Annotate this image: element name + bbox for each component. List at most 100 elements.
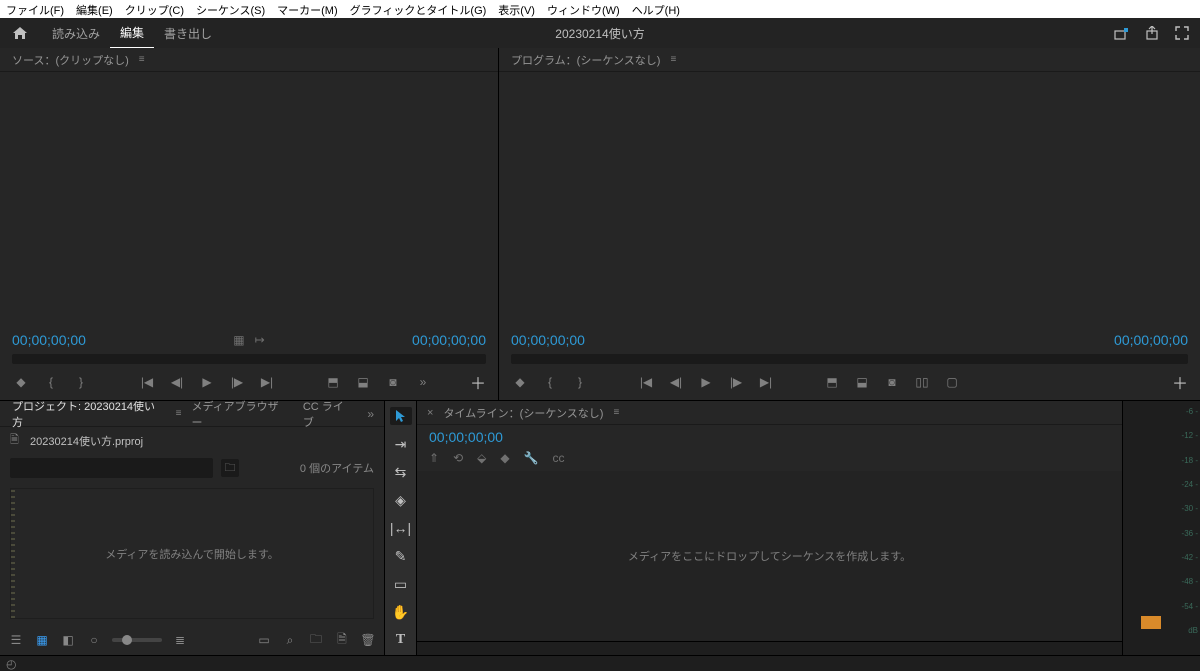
share-icon[interactable] [1144,25,1160,41]
maximize-icon[interactable] [1174,25,1190,41]
program-panel-menu-icon[interactable]: ≡ [670,54,676,65]
pen-tool-icon[interactable]: ✎ [390,547,412,565]
ws-tab-edit[interactable]: 編集 [110,18,154,49]
project-search-input[interactable] [10,458,213,478]
goto-out-icon[interactable]: ▶| [757,373,775,391]
menu-marker[interactable]: マーカー(M) [277,2,338,16]
timeline-timecode[interactable]: 00;00;00;00 [417,425,1122,449]
mark-out-icon[interactable]: } [72,373,90,391]
more-transport-icon[interactable]: » [414,373,432,391]
timeline-drop-area[interactable]: メディアをここにドロップしてシーケンスを作成します。 [417,471,1122,641]
mark-in-icon[interactable]: { [42,373,60,391]
step-fwd-icon[interactable]: |▶ [727,373,745,391]
filmstrip-icon [11,489,15,618]
sort-icon[interactable]: ≣ [172,632,188,648]
menu-clip[interactable]: クリップ(C) [125,2,184,16]
goto-in-icon[interactable]: |◀ [138,373,156,391]
goto-in-icon[interactable]: |◀ [637,373,655,391]
step-fwd-icon[interactable]: |▶ [228,373,246,391]
step-back-icon[interactable]: ◀| [168,373,186,391]
status-icon[interactable]: ◴ [6,657,16,671]
hand-tool-icon[interactable]: ✋ [390,603,412,621]
workspace-bar: 読み込み 編集 書き出し 20230214使い方 [0,18,1200,48]
goto-out-icon[interactable]: ▶| [258,373,276,391]
quick-export-icon[interactable] [1114,25,1130,41]
source-panel-tab[interactable]: ソース：(クリップなし) [6,49,135,71]
tools-panel: ⇥ ⇆ ◈ |↔| ✎ ▭ ✋ T [385,401,417,655]
timeline-drop-hint: メディアをここにドロップしてシーケンスを作成します。 [628,548,911,564]
track-select-tool-icon[interactable]: ⇥ [390,435,412,453]
menu-sequence[interactable]: シーケンス(S) [196,2,265,16]
program-scrubber[interactable] [511,354,1188,364]
menu-help[interactable]: ヘルプ(H) [632,2,680,16]
zoom-out-icon[interactable]: ○ [86,632,102,648]
program-panel-tab[interactable]: プログラム：(シーケンスなし) [505,49,666,71]
list-view-icon[interactable]: ☰ [8,632,24,648]
slip-tool-icon[interactable]: |↔| [390,519,412,537]
fit-icon[interactable]: ▦ [233,333,244,347]
project-tab-menu-icon[interactable]: ≡ [176,408,182,419]
mark-in-icon[interactable]: { [541,373,559,391]
ws-tab-import[interactable]: 読み込み [42,19,110,48]
status-bar: ◴ [0,655,1200,671]
audio-meter-bar [1141,415,1161,629]
timeline-scrollbar[interactable] [417,641,1122,655]
source-scrubber[interactable] [12,354,486,364]
marker-add-icon[interactable]: ◆ [511,373,529,391]
half-icon[interactable]: ↦ [255,333,265,347]
play-icon[interactable]: ▶ [198,373,216,391]
extract-icon[interactable]: ⬓ [853,373,871,391]
home-icon[interactable] [10,23,30,43]
linked-selection-icon[interactable]: ⟲ [453,451,463,465]
marker-icon[interactable]: ◆ [500,451,509,465]
menu-window[interactable]: ウィンドウ(W) [547,2,620,16]
snap-icon[interactable]: ⇑ [429,451,439,465]
project-footer: ☰ ▦ ◧ ○ ≣ ▭ ⌕ 🗀 🗎 🗑 [0,625,384,655]
insert-icon[interactable]: ⬒ [324,373,342,391]
step-back-icon[interactable]: ◀| [667,373,685,391]
add-marker-icon[interactable]: ⬙ [477,451,486,465]
find-icon[interactable]: ⌕ [282,632,298,648]
rectangle-tool-icon[interactable]: ▭ [390,575,412,593]
marker-add-icon[interactable]: ◆ [12,373,30,391]
type-tool-icon[interactable]: T [390,631,412,649]
new-bin-icon[interactable]: 🗀 [308,632,324,648]
play-icon[interactable]: ▶ [697,373,715,391]
new-item-icon[interactable]: 🗎 [334,632,350,648]
tab-overflow-icon[interactable]: » [363,407,378,421]
export-frame-icon[interactable]: ◙ [883,373,901,391]
menu-graphics[interactable]: グラフィックとタイトル(G) [350,2,487,16]
overwrite-icon[interactable]: ⬓ [354,373,372,391]
source-monitor-area [0,72,498,326]
compare-icon[interactable]: ▯▯ [913,373,931,391]
source-tc-in[interactable]: 00;00;00;00 [12,332,86,348]
automate-icon[interactable]: ▭ [256,632,272,648]
icon-view-icon[interactable]: ▦ [34,632,50,648]
menu-view[interactable]: 表示(V) [498,2,535,16]
ripple-edit-tool-icon[interactable]: ⇆ [390,463,412,481]
ws-tab-export[interactable]: 書き出し [154,19,222,48]
source-panel-menu-icon[interactable]: ≡ [139,54,145,65]
lift-icon[interactable]: ⬒ [823,373,841,391]
timeline-close-icon[interactable]: × [423,407,437,419]
menu-file[interactable]: ファイル(F) [6,2,64,16]
filter-bin-icon[interactable]: 🗀 [221,459,239,477]
source-transport: ◆ { } |◀ ◀| ▶ |▶ ▶| ⬒ ⬓ ◙ » ＋ [0,364,498,400]
thumbnail-size-slider[interactable] [112,638,162,642]
button-editor-icon[interactable]: ＋ [1172,370,1188,394]
safe-margin-icon[interactable]: ▢ [943,373,961,391]
timeline-menu-icon[interactable]: ≡ [613,407,619,418]
program-tc-in[interactable]: 00;00;00;00 [511,332,585,348]
captions-icon[interactable]: cc [553,451,565,465]
project-drop-area[interactable]: メディアを読み込んで開始します。 [10,488,374,619]
selection-tool-icon[interactable] [390,407,412,425]
razor-tool-icon[interactable]: ◈ [390,491,412,509]
export-frame-icon[interactable]: ◙ [384,373,402,391]
button-editor-icon[interactable]: ＋ [470,370,486,394]
settings-icon[interactable]: 🔧 [524,451,539,465]
freeform-view-icon[interactable]: ◧ [60,632,76,648]
timeline-tab[interactable]: タイムライン：(シーケンスなし) [437,402,609,424]
menu-edit[interactable]: 編集(E) [76,2,113,16]
delete-icon[interactable]: 🗑 [360,632,376,648]
mark-out-icon[interactable]: } [571,373,589,391]
